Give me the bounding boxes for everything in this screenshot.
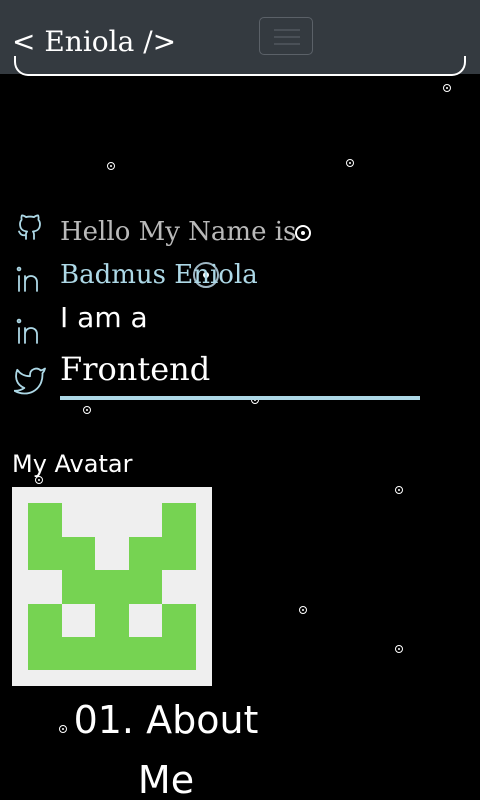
avatar-heading: My Avatar — [12, 450, 133, 478]
particle-dot — [295, 225, 311, 241]
avatar-image — [12, 487, 212, 686]
hero-name: Badmus Eniola — [60, 260, 258, 290]
particle-dot — [107, 162, 115, 170]
particle-dot — [395, 645, 403, 653]
particle-dot — [395, 486, 403, 494]
github-icon[interactable] — [14, 212, 46, 244]
nav-collapse-outline — [14, 56, 466, 76]
greeting-text: Hello My Name is — [60, 217, 297, 247]
linkedin-icon[interactable] — [14, 263, 46, 295]
navbar-toggler-button[interactable] — [259, 17, 313, 55]
about-heading: 01. About Me — [73, 698, 259, 800]
twitter-icon[interactable] — [14, 363, 46, 395]
particle-dot — [346, 159, 354, 167]
hamburger-icon — [274, 29, 300, 45]
role-underline — [60, 396, 420, 400]
particle-dot — [443, 84, 451, 92]
particle-dot — [299, 606, 307, 614]
intro-text: I am a — [60, 301, 148, 334]
particle-dot — [83, 406, 91, 414]
linkedin-icon[interactable] — [14, 315, 46, 347]
role-typed-text: Frontend — [60, 350, 211, 388]
